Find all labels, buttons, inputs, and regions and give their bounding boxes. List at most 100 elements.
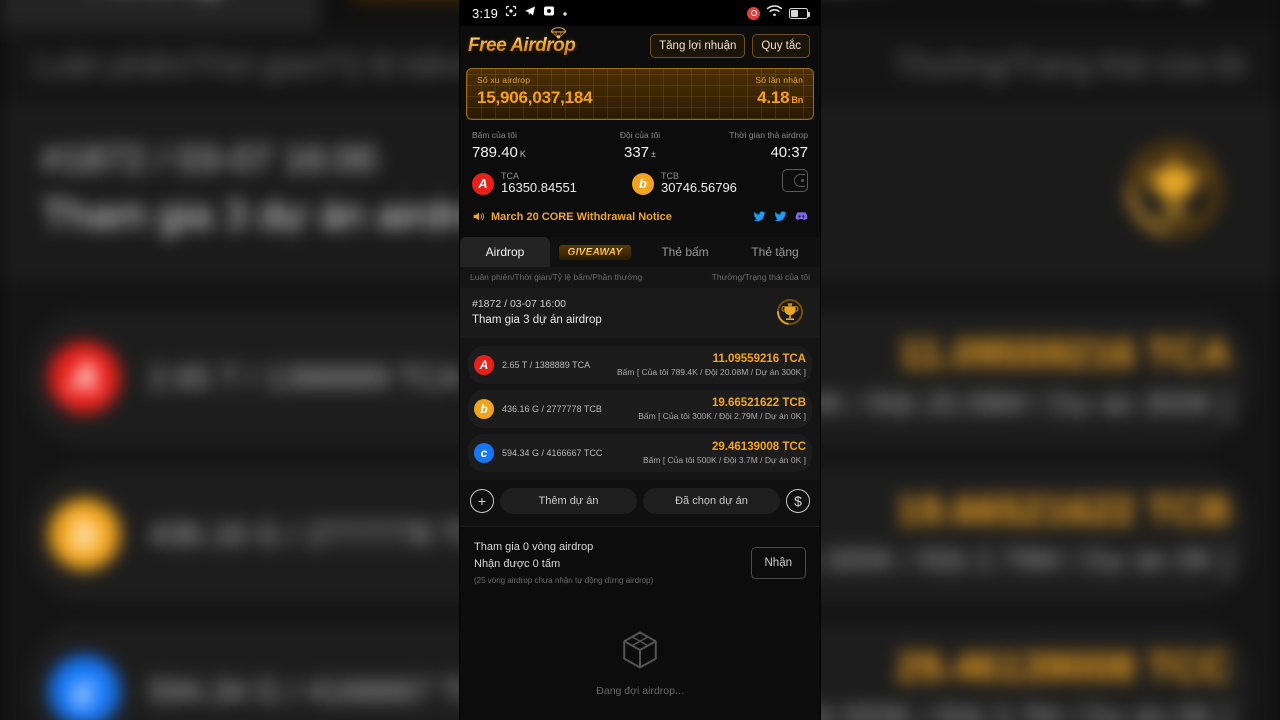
status-bar: 3:19: [460, 0, 820, 26]
project-supply: 2.65 T / 1388889 TCA: [148, 361, 463, 397]
telegram-icon: [524, 4, 536, 22]
tca-coin-icon: A: [472, 172, 494, 195]
boost-profit-button[interactable]: Tăng lợi nhuận: [650, 34, 746, 58]
round-id-time: #1872 / 03-07 16:00: [472, 298, 566, 311]
notice-text: March 20 CORE Withdrawal Notice: [491, 210, 672, 223]
twitter-icon[interactable]: [753, 210, 766, 223]
social-links: [753, 210, 808, 223]
dot-icon: [562, 4, 568, 22]
stat-unit: K: [519, 149, 526, 159]
header-buttons: Tăng lợi nhuận Quy tắc: [650, 34, 810, 58]
airdrop-coins-label: Số xu airdrop: [477, 75, 531, 85]
stat-airdrop-timer: Thời gian thả airdrop 40:37: [696, 130, 808, 161]
tab-airdrop[interactable]: Airdrop: [460, 237, 550, 268]
project-breakdown: Bấm [ Của tôi 789.4K / Đội 20.08M / Dự á…: [616, 367, 806, 378]
tca-coin-icon: A: [474, 355, 494, 376]
plus-circle-icon[interactable]: +: [470, 489, 494, 514]
project-supply: 436.16 G / 2777778 TCB: [502, 404, 602, 415]
selected-project-button[interactable]: Đã chọn dự án: [643, 488, 780, 515]
status-time: 3:19: [472, 5, 499, 21]
stat-number: 337: [624, 144, 650, 161]
tcc-coin-icon: c: [49, 656, 121, 720]
project-reward: 29.46139008 TCC: [712, 441, 806, 454]
claim-note: (25 vòng airdrop chưa nhận tự động dừng …: [474, 576, 654, 586]
trophy-icon: [777, 299, 803, 326]
stat-label: Đội của tôi: [619, 130, 661, 140]
wifi-icon: [766, 4, 783, 22]
add-project-button[interactable]: Thêm dự án: [500, 488, 637, 515]
project-breakdown: Bấm [ Của tôi 500K / Đội 3.7M / Dự án 0K…: [642, 455, 806, 466]
waiting-text: Đang đợi airdrop...: [596, 685, 684, 698]
trophy-icon: [1127, 143, 1221, 237]
tab-the-bam[interactable]: Thẻ bấm: [640, 237, 730, 268]
waiting-state: Đang đợi airdrop...: [460, 629, 820, 697]
phone-screen: 3:19 Free Airdrop Tăng lợi nhuận Quy tắc…: [460, 0, 820, 720]
discord-icon[interactable]: [795, 210, 808, 223]
tab-giveaway[interactable]: GIVEAWAY: [550, 237, 640, 268]
tca-coin-icon: A: [49, 343, 121, 415]
project-supply: 594.34 G / 4166667 TCC: [502, 448, 603, 459]
balance-tca[interactable]: A TCA 16350.84551: [472, 171, 622, 196]
tab-bar: Airdrop GIVEAWAY Thẻ bấm Thẻ tặng: [460, 237, 820, 268]
column-headers: Luân phiên/Thời gian/Tỷ lệ bấm/Phần thưở…: [460, 267, 820, 289]
project-supply: 594.34 G / 4166667 TCC: [148, 674, 507, 710]
table-row[interactable]: c 594.34 G / 4166667 TCC 29.46139008 TCC…: [468, 434, 812, 473]
tcc-coin-icon: c: [474, 443, 494, 464]
stat-my-team: Đội của tôi 337 ±: [584, 130, 696, 161]
notice-row[interactable]: March 20 CORE Withdrawal Notice: [460, 196, 820, 223]
app-logo: Free Airdrop: [468, 27, 576, 57]
stat-label: Thời gian thả airdrop: [729, 130, 808, 140]
dollar-circle-icon[interactable]: $: [786, 489, 810, 514]
project-breakdown: Bấm [ Của tôi 300K / Đội 2.79M / Dự án 0…: [638, 411, 806, 422]
screenshot-icon: [505, 4, 517, 22]
tab-airdrop: Airdrop: [0, 0, 320, 30]
wallet-icon[interactable]: [782, 169, 808, 192]
claim-count-unit: Bn: [791, 95, 803, 105]
project-action-bar: + Thêm dự án Đã chọn dự án $: [460, 480, 820, 527]
tcb-coin-icon: b: [474, 399, 494, 420]
parachute-icon: [551, 27, 567, 39]
project-supply: 2.65 T / 1388889 TCA: [502, 360, 591, 371]
stat-value: 789.40 K: [472, 144, 584, 161]
table-row[interactable]: A 2.65 T / 1388889 TCA 11.09559216 TCA B…: [468, 346, 812, 385]
giveaway-badge: GIVEAWAY: [559, 244, 631, 260]
rules-button[interactable]: Quy tắc: [752, 34, 810, 58]
claim-received: Nhận được 0 tấm: [474, 558, 561, 571]
stat-value: 40:37: [696, 144, 808, 161]
round-card: #1872 / 03-07 16:00 Tham gia 3 dự án air…: [460, 288, 820, 339]
stat-label: Bấm của tôi: [472, 130, 517, 140]
airdrop-coins-value: 15,906,037,184: [477, 88, 593, 107]
cube-icon: [623, 631, 657, 669]
stat-unit: ±: [651, 149, 656, 159]
column-header-right: Thưởng/Trạng thái của tôi: [711, 272, 810, 283]
balance-tcb[interactable]: b TCB 30746.56796: [632, 171, 782, 196]
project-supply: 436.16 G / 2777778 TCB: [148, 517, 505, 554]
stat-value: 337 ±: [584, 144, 696, 161]
claim-rounds-joined: Tham gia 0 vòng airdrop: [474, 541, 594, 554]
claim-count-number: 4.18: [757, 88, 790, 107]
app-icon: [543, 4, 555, 22]
tab-the-tang[interactable]: Thẻ tặng: [730, 237, 820, 268]
table-row[interactable]: b 436.16 G / 2777778 TCB 19.66521622 TCB…: [468, 390, 812, 429]
claim-panel: Tham gia 0 vòng airdrop Nhận được 0 tấm …: [460, 526, 820, 595]
stat-my-taps: Bấm của tôi 789.40 K: [472, 130, 584, 161]
column-header-left: Luân phiên/Thời gian/Tỷ lệ bấm/Phần thưở…: [470, 272, 643, 283]
claim-count-label: Số lần nhận: [755, 75, 803, 85]
giveaway-label: GIVEAWAY: [567, 246, 623, 258]
tcb-coin-icon: b: [49, 499, 121, 572]
project-reward: 19.66521622 TCB: [712, 397, 806, 410]
tcb-coin-icon: b: [632, 172, 654, 195]
screen-record-icon: [747, 6, 760, 20]
app-header: Free Airdrop Tăng lợi nhuận Quy tắc: [460, 26, 820, 66]
round-description: Tham gia 3 dự án airdrop: [472, 314, 602, 327]
claim-button[interactable]: Nhận: [750, 547, 806, 580]
battery-icon: [789, 7, 811, 19]
balance-amount: 16350.84551: [501, 180, 577, 196]
claim-count-value: 4.18 Bn: [755, 88, 803, 108]
stat-number: 40:37: [770, 144, 808, 161]
stat-number: 789.40: [472, 144, 518, 161]
twitter-icon[interactable]: [774, 210, 787, 223]
tab-the-tang: Thẻ tặng: [960, 0, 1280, 30]
megaphone-icon: [473, 212, 485, 221]
stats-strip: Bấm của tôi 789.40 K Đội của tôi 337 ± Thờ…: [460, 130, 820, 161]
